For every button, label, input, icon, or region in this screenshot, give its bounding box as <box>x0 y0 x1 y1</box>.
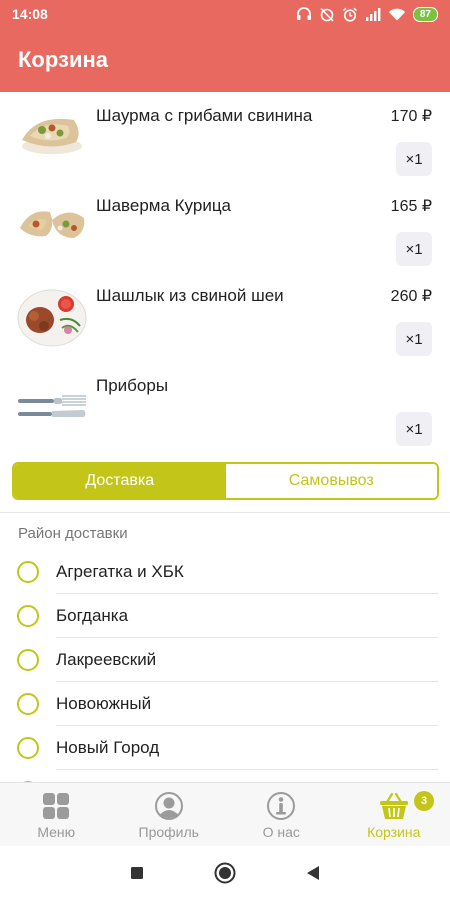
district-label: Богданка <box>56 606 129 625</box>
cart-item[interactable]: Шаурма с грибами свинина 170 ₽ ×1 <box>0 92 450 182</box>
system-navigation-bar <box>0 846 450 900</box>
nav-item-cart[interactable]: Корзина 3 <box>338 783 450 846</box>
item-price: 170 ₽ <box>390 108 432 125</box>
shawarma-chicken-image <box>16 196 88 258</box>
pickup-option[interactable]: Самовывоз <box>225 464 437 498</box>
cart-item[interactable]: Приборы ×1 <box>0 362 450 452</box>
nav-label: Меню <box>37 824 76 840</box>
divider <box>0 512 450 513</box>
app-bar: Корзина <box>0 28 450 92</box>
back-icon[interactable] <box>306 865 320 881</box>
district-label: Агрегатка и ХБК <box>56 562 184 581</box>
radio-button[interactable] <box>17 649 39 671</box>
item-price: 165 ₽ <box>390 198 432 215</box>
district-option[interactable]: Лакреевский <box>0 638 450 682</box>
home-icon[interactable] <box>214 862 236 884</box>
district-option[interactable]: Агрегатка и ХБК <box>0 550 450 594</box>
status-bar: 14:08 87 <box>0 0 450 28</box>
signal-icon <box>365 7 381 21</box>
cutlery-image <box>16 376 88 438</box>
radio-button[interactable] <box>17 561 39 583</box>
nav-label: О нас <box>262 824 300 840</box>
radio-button[interactable] <box>17 693 39 715</box>
quantity-button[interactable]: ×1 <box>396 232 432 266</box>
district-label: Новый Город <box>56 738 160 757</box>
status-time: 14:08 <box>12 6 48 22</box>
info-icon <box>266 791 296 821</box>
nav-label: Профиль <box>138 824 199 840</box>
battery-icon: 87 <box>412 6 438 22</box>
shashlik-image <box>16 286 88 348</box>
delivery-mode-toggle: Доставка Самовывоз <box>12 462 439 500</box>
alarm-off-icon <box>320 7 334 22</box>
nav-item-about[interactable]: О нас <box>225 783 338 846</box>
grid-icon <box>41 791 71 821</box>
delivery-district-label: Район доставки <box>18 525 128 542</box>
quantity-button[interactable]: ×1 <box>396 142 432 176</box>
alarm-icon <box>342 7 357 22</box>
status-icons: 87 <box>296 6 438 22</box>
radio-button[interactable] <box>17 605 39 627</box>
district-label: Новоюжный <box>56 694 152 713</box>
district-list: Агрегатка и ХБК Богданка Лакреевский Нов… <box>0 550 450 782</box>
cart-count-badge: 3 <box>414 791 434 811</box>
district-option[interactable]: Новоюжный <box>0 682 450 726</box>
item-price: 260 ₽ <box>390 288 432 305</box>
cart-item[interactable]: Шаверма Курица 165 ₽ ×1 <box>0 182 450 272</box>
item-name: Шашлык из свиной шеи <box>96 286 284 305</box>
recent-apps-icon[interactable] <box>130 866 144 880</box>
item-name: Шаверма Курица <box>96 196 232 215</box>
nav-item-profile[interactable]: Профиль <box>113 783 226 846</box>
quantity-button[interactable]: ×1 <box>396 412 432 446</box>
delivery-option[interactable]: Доставка <box>14 464 226 498</box>
shawarma-mushroom-image <box>16 106 88 168</box>
page-title: Корзина <box>18 47 108 72</box>
nav-item-menu[interactable]: Меню <box>0 783 113 846</box>
bottom-navigation: Меню Профиль О нас Корзина 3 <box>0 782 450 846</box>
headset-icon <box>296 7 311 20</box>
district-option[interactable]: Богданка <box>0 594 450 638</box>
district-label: Лакреевский <box>56 650 157 669</box>
cart-content[interactable]: Шаурма с грибами свинина 170 ₽ ×1 Шаверм… <box>0 92 450 782</box>
quantity-button[interactable]: ×1 <box>396 322 432 356</box>
item-name: Шаурма с грибами свинина <box>96 106 313 125</box>
nav-label: Корзина <box>367 824 421 840</box>
radio-button[interactable] <box>17 737 39 759</box>
district-option[interactable]: Новый Город <box>0 726 450 770</box>
item-name: Приборы <box>96 376 169 395</box>
wifi-icon <box>388 8 406 20</box>
district-option-partial[interactable] <box>0 770 450 782</box>
basket-icon <box>378 791 410 821</box>
cart-item[interactable]: Шашлык из свиной шеи 260 ₽ ×1 <box>0 272 450 362</box>
profile-icon <box>154 791 184 821</box>
